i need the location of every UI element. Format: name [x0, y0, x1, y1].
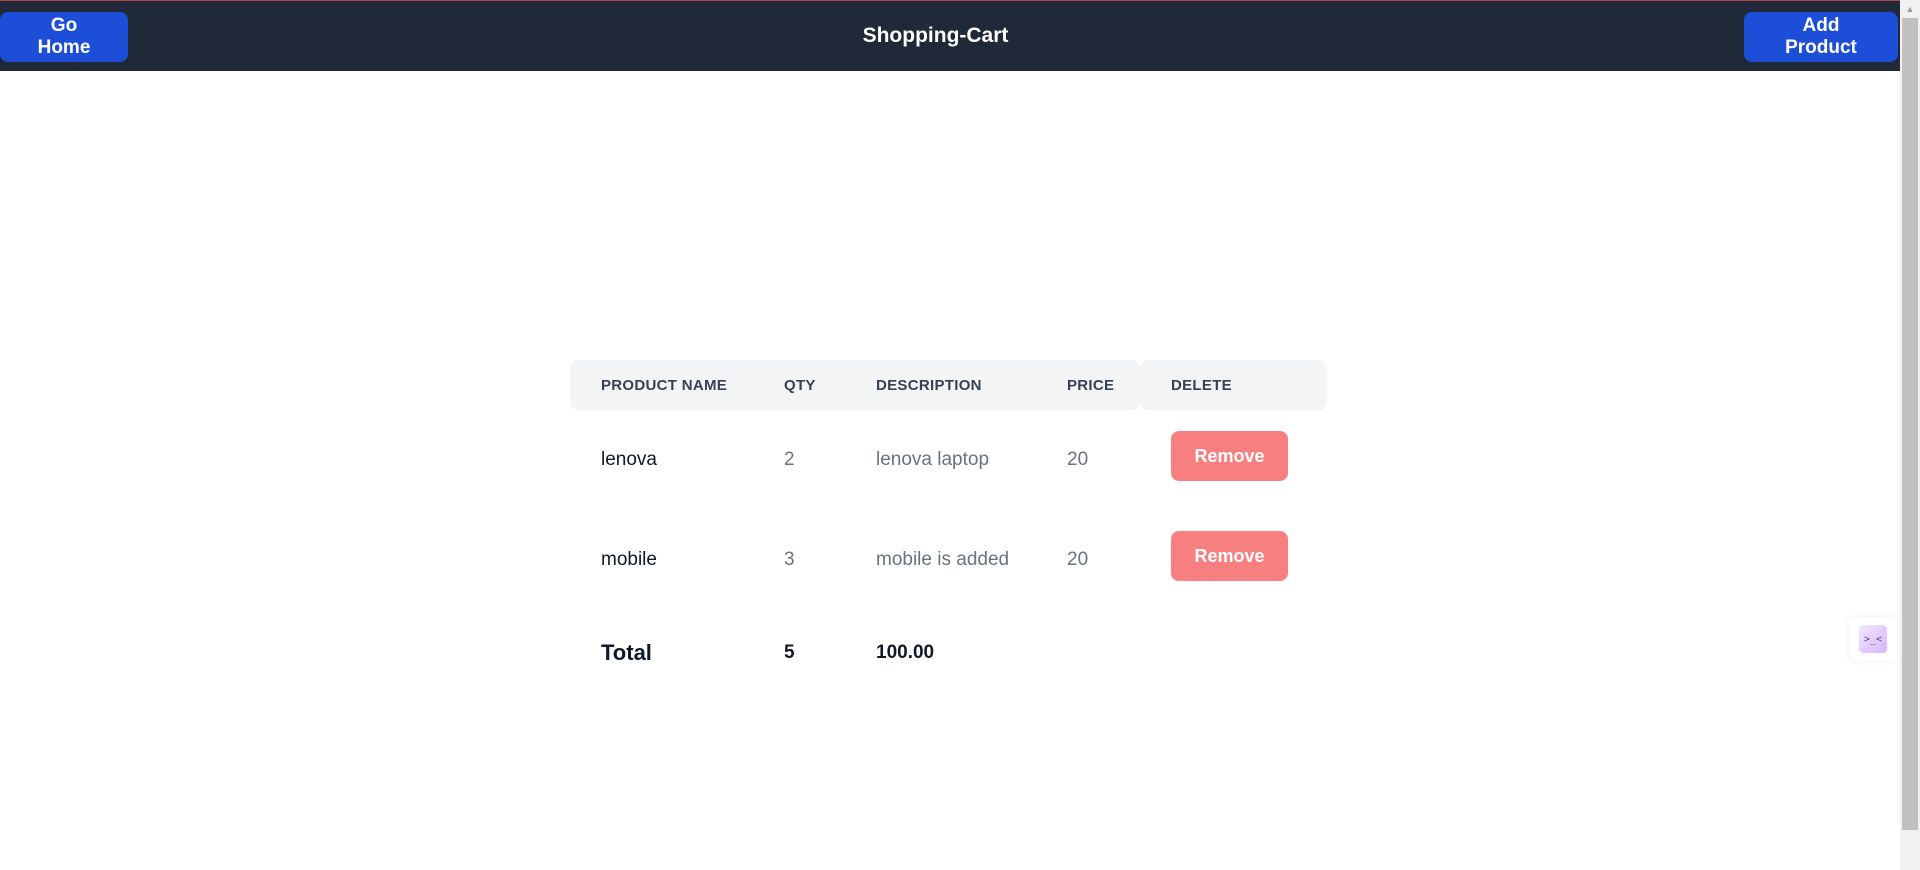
header-qty: QTY — [784, 376, 816, 394]
header-description: DESCRIPTION — [876, 376, 982, 394]
description-cell: lenova laptop — [876, 449, 990, 470]
header-product-name: PRODUCT NAME — [601, 376, 728, 394]
floating-widget[interactable]: >_< — [1849, 617, 1897, 661]
table-header-delete-background — [1140, 360, 1327, 410]
scrollbar-thumb[interactable] — [1902, 18, 1918, 830]
go-home-button[interactable]: Go Home — [0, 12, 128, 62]
qty-cell: 3 — [784, 549, 795, 570]
price-cell: 20 — [1067, 449, 1089, 470]
header-price: PRICE — [1067, 376, 1115, 394]
scroll-up-icon[interactable]: ▲ — [1900, 0, 1920, 18]
add-product-button[interactable]: Add Product — [1744, 12, 1898, 62]
navbar: Shopping-Cart Go Home Add Product — [0, 1, 1900, 71]
page-title: Shopping-Cart — [862, 24, 1009, 47]
total-row: Total 5 100.00 — [570, 610, 1327, 696]
table-row: lenova 2 lenova laptop 20 Remove — [570, 410, 1327, 510]
description-cell: mobile is added — [876, 549, 1010, 570]
header-delete: DELETE — [1171, 376, 1232, 394]
table-header: PRODUCT NAME QTY DESCRIPTION PRICE DELET… — [570, 360, 1327, 410]
price-cell: 20 — [1067, 549, 1089, 570]
remove-button[interactable]: Remove — [1171, 531, 1288, 581]
app-viewport: Shopping-Cart Go Home Add Product PRODUC… — [0, 0, 1920, 870]
qty-cell: 2 — [784, 449, 795, 470]
product-name-cell: lenova — [601, 449, 657, 470]
total-qty: 5 — [784, 642, 795, 663]
cart-table: PRODUCT NAME QTY DESCRIPTION PRICE DELET… — [570, 360, 1327, 696]
product-name-cell: mobile — [601, 549, 657, 570]
total-amount: 100.00 — [876, 642, 935, 663]
remove-button[interactable]: Remove — [1171, 431, 1288, 481]
table-row: mobile 3 mobile is added 20 Remove — [570, 510, 1327, 610]
vertical-scrollbar[interactable]: ▲ — [1900, 0, 1920, 870]
assistant-icon: >_< — [1859, 625, 1887, 653]
total-label: Total — [601, 640, 652, 665]
